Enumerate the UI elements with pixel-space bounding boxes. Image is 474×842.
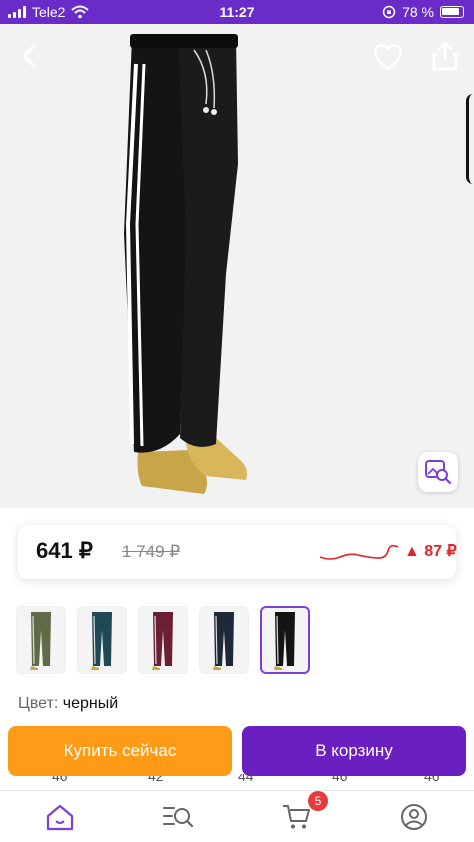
- variant-thumb-navy[interactable]: [199, 606, 249, 674]
- selected-color: Цвет: черный: [18, 695, 118, 713]
- pants-thumbnail-icon: [274, 612, 295, 670]
- add-to-cart-button[interactable]: В корзину: [242, 726, 466, 776]
- pants-thumbnail-icon: [30, 612, 51, 670]
- status-right: 78 %: [382, 4, 464, 20]
- heart-icon: [374, 44, 402, 71]
- nav-catalog[interactable]: [158, 801, 198, 833]
- profile-icon: [401, 804, 427, 830]
- catalog-search-icon: [163, 807, 194, 828]
- nav-profile[interactable]: [394, 801, 434, 833]
- share-button[interactable]: [430, 40, 460, 72]
- color-value: черный: [62, 695, 119, 712]
- old-price: 1 749 ₽: [122, 542, 181, 561]
- variant-thumb-khaki[interactable]: [16, 606, 66, 674]
- variant-thumb-teal[interactable]: [77, 606, 127, 674]
- pants-image: [124, 34, 247, 494]
- battery-percent: 78 %: [402, 4, 434, 20]
- current-price: 641 ₽: [36, 538, 93, 563]
- color-variants: [16, 606, 310, 674]
- buy-now-button[interactable]: Купить сейчас: [8, 726, 232, 776]
- price-change: ▲ 87 ₽: [404, 543, 457, 560]
- variant-thumb-burgundy[interactable]: [138, 606, 188, 674]
- chevron-left-icon: [22, 44, 36, 68]
- product-image-gallery[interactable]: [0, 24, 474, 508]
- image-search-button[interactable]: [418, 452, 458, 492]
- cart-count-badge: 5: [308, 791, 328, 811]
- variant-thumb-black[interactable]: [260, 606, 310, 674]
- bottom-navigation: 5: [0, 790, 474, 842]
- price-trend-sparkline: [319, 544, 399, 560]
- pants-thumbnail-icon: [91, 612, 112, 670]
- back-button[interactable]: [14, 40, 46, 72]
- favorite-button[interactable]: [372, 42, 404, 72]
- color-label: Цвет:: [18, 695, 59, 712]
- home-icon: [46, 804, 74, 831]
- cart-icon: [283, 805, 310, 829]
- nav-home[interactable]: [40, 801, 80, 833]
- pants-thumbnail-icon: [152, 612, 173, 670]
- next-image-peek: [466, 94, 474, 184]
- price-card[interactable]: 641 ₽ 1 749 ₽ ▲ 87 ₽: [18, 525, 457, 579]
- share-icon: [432, 41, 458, 71]
- size-row-peek: 46 42 44 46 46: [0, 774, 474, 790]
- orientation-lock-icon: [382, 5, 396, 19]
- pants-thumbnail-icon: [213, 612, 234, 670]
- image-search-icon: [425, 460, 452, 485]
- battery-icon: [440, 6, 464, 18]
- status-bar: Tele2 11:27 78 %: [0, 0, 474, 24]
